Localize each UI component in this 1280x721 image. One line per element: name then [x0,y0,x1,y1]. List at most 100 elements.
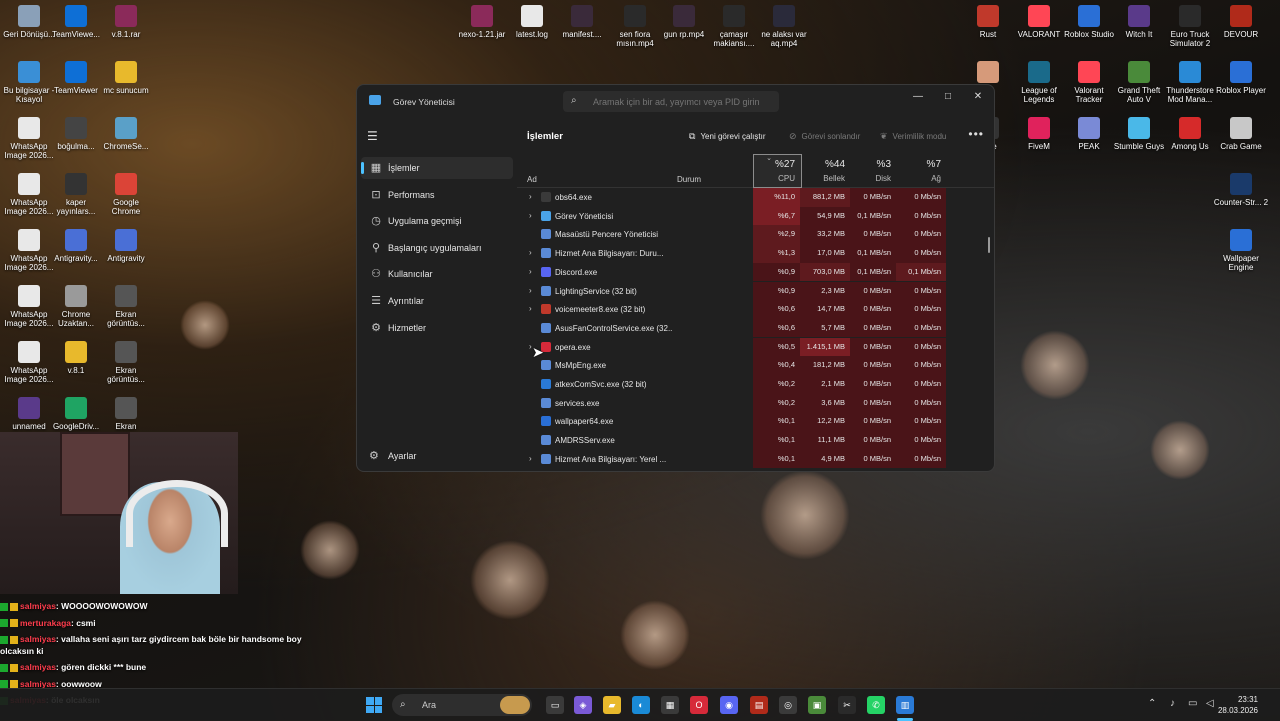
discord-icon[interactable]: ◉ [720,696,738,714]
hamburger-menu-icon[interactable]: ☰ [367,129,378,143]
more-options-icon[interactable]: ••• [968,127,984,141]
taskbar-search[interactable]: ⌕ Ara [392,694,532,716]
desktop-icon[interactable]: Valorant Tracker [1061,61,1117,104]
desktop-icon[interactable]: ne alaksı var aq.mp4 [756,5,812,48]
desktop-icon[interactable]: DEVOUR [1213,5,1269,39]
nav-item[interactable]: ⊡ Performans [361,184,513,206]
run-new-task-button[interactable]: ⧉ Yeni görevi çalıştır [689,131,766,142]
desktop-icon[interactable]: çamaşır makiansı.... [706,5,762,48]
desktop-icon[interactable]: nexo-1.21.jar [454,5,510,39]
search-box[interactable]: ⌕ [563,91,779,112]
obs-icon[interactable]: ◎ [779,696,797,714]
table-row[interactable]: services.exe %0,2 3,6 MB 0 MB/sn 0 Mb/sn [517,393,994,413]
desktop-icon[interactable]: PEAK [1061,117,1117,151]
desktop-icon[interactable]: TeamViewe... [48,5,104,39]
desktop-icon[interactable]: Stumble Guys [1111,117,1167,151]
cpu-column-percent[interactable]: %27 [753,159,795,170]
desktop-icon[interactable]: Euro Truck Simulator 2 [1162,5,1218,48]
desktop-icon[interactable]: gun rp.mp4 [656,5,712,39]
desktop-icon[interactable]: Roblox Player [1213,61,1269,95]
edge-icon[interactable]: ◐ [632,696,650,714]
nav-item[interactable]: ☰ Ayrıntılar [361,290,513,312]
desktop-icon[interactable]: Ekran görüntüs... [98,341,154,384]
network-column-percent[interactable]: %7 [896,159,941,170]
minimize-button[interactable]: — [907,89,929,105]
nav-item[interactable]: ⚇ Kullanıcılar [361,263,513,285]
desktop-icon[interactable]: boğulma... [48,117,104,151]
status-column-header[interactable]: Durum [677,175,701,184]
network-column-header[interactable]: Ağ [896,174,941,183]
close-button[interactable]: ✕ [967,89,989,105]
chevron-right-icon[interactable]: › [529,286,532,295]
streamlabs-icon[interactable]: ▤ [750,696,768,714]
table-row[interactable]: AMDRSServ.exe %0,1 11,1 MB 0 MB/sn 0 Mb/sn [517,431,994,450]
desktop-icon[interactable]: sen fiora mısın.mp4 [607,5,663,48]
chevron-right-icon[interactable]: › [529,211,532,220]
task-view-icon[interactable]: ▭ [546,696,564,714]
chevron-up-icon[interactable]: ⌃ [1148,698,1156,709]
desktop-icon[interactable]: Antigravity [98,229,154,263]
desktop-icon[interactable]: VALORANT [1011,5,1067,39]
maximize-button[interactable]: □ [937,89,959,105]
clock[interactable]: 23:31 28.03.2026 [1218,694,1258,716]
desktop-icon[interactable]: Crab Game [1213,117,1269,151]
desktop-icon[interactable]: mc sunucum [98,61,154,95]
desktop-icon[interactable]: v.8.1.rar [98,5,154,39]
file-explorer-icon[interactable]: ▰ [603,696,621,714]
start-button[interactable] [366,697,382,713]
desktop-icon[interactable]: kaper yayınlars... [48,173,104,216]
desktop-icon[interactable]: Rust [960,5,1016,39]
desktop-icon[interactable]: Ekran [98,397,154,431]
table-row[interactable]: › Görev Yöneticisi %6,7 54,9 MB 0,1 MB/sn 0 M… [517,206,994,226]
desktop-icon[interactable]: Thunderstore Mod Mana... [1162,61,1218,104]
desktop-icon[interactable]: FiveM [1011,117,1067,151]
chevron-right-icon[interactable]: › [529,454,532,463]
disk-column-percent[interactable]: %3 [850,159,891,170]
desktop-icon[interactable]: Google Chrome [98,173,154,216]
microphone-icon[interactable]: ♪ [1170,698,1175,709]
capcut-icon[interactable]: ✂ [838,696,856,714]
table-row[interactable]: › LightingService (32 bit) %0,9 2,3 MB 0 MB/… [517,281,994,301]
desktop-icon[interactable]: Grand Theft Auto V [1111,61,1167,104]
table-row[interactable]: MsMpEng.exe %0,4 181,2 MB 0 MB/sn 0 Mb/sn [517,356,994,375]
chevron-right-icon[interactable]: › [529,248,532,257]
memory-column-header[interactable]: Bellek [800,174,845,183]
search-input[interactable] [591,94,775,110]
desktop-icon[interactable]: Chrome Uzaktan... [48,285,104,328]
efficiency-mode-button[interactable]: ❦ Verimlilik modu [880,131,946,142]
table-row[interactable]: › voicemeeter8.exe (32 bit) %0,6 14,7 MB 0 M… [517,300,994,319]
network-icon[interactable]: ▭ [1188,698,1197,709]
desktop-icon[interactable]: Roblox Studio [1061,5,1117,39]
memory-column-percent[interactable]: %44 [800,159,845,170]
copilot-icon[interactable]: ◈ [574,696,592,714]
nav-item[interactable]: ◷ Uygulama geçmişi [361,210,513,232]
cpu-column-header[interactable]: CPU [753,174,795,183]
chevron-right-icon[interactable]: › [529,192,532,201]
table-row[interactable]: › Hizmet Ana Bilgisayarı: Duru... %1,3 17,0… [517,244,994,263]
desktop-icon[interactable]: manifest.... [554,5,610,39]
desktop-icon[interactable]: Among Us [1162,117,1218,151]
table-row[interactable]: AsusFanControlService.exe (32... %0,6 5,7 … [517,318,994,338]
title-bar[interactable]: Görev Yöneticisi ⌕ — □ ✕ [357,85,994,119]
task-manager-icon[interactable]: ▥ [896,696,914,714]
whatsapp-icon[interactable]: ✆ [867,696,885,714]
desktop-icon[interactable]: League of Legends [1011,61,1067,104]
desktop-icon[interactable]: Antigravity... [48,229,104,263]
desktop-icon[interactable]: GoogleDriv... [48,397,104,431]
desktop-icon[interactable]: Wallpaper Engine [1213,229,1269,272]
table-row[interactable]: › Discord.exe %0,9 703,0 MB 0,1 MB/sn 0,1 Mb/… [517,262,994,282]
disk-column-header[interactable]: Disk [850,174,891,183]
desktop-icon[interactable]: Witch It [1111,5,1167,39]
desktop-icon[interactable]: Counter-Str... 2 [1213,173,1269,207]
settings-nav-item[interactable]: ⚙ Ayarlar [361,445,513,467]
minecraft-launcher-icon[interactable]: ▣ [808,696,826,714]
desktop-icon[interactable]: Ekran görüntüs... [98,285,154,328]
nav-item[interactable]: ▦ İşlemler [361,157,513,179]
desktop-icon[interactable]: v.8.1 [48,341,104,375]
table-row[interactable]: atkexComSvc.exe (32 bit) %0,2 2,1 MB 0 MB/s… [517,375,994,394]
volume-icon[interactable]: ◁ [1206,698,1214,709]
table-row[interactable]: Masaüstü Pencere Yöneticisi %2,9 33,2 MB 0 … [517,225,994,244]
table-row[interactable]: › opera.exe %0,5 1.415,1 MB 0 MB/sn 0 Mb/sn [517,337,994,357]
table-row[interactable]: › Hizmet Ana Bilgisayarı: Yerel ... %0,1 4,… [517,449,994,469]
nav-item[interactable]: ⚙ Hizmetler [361,317,513,339]
